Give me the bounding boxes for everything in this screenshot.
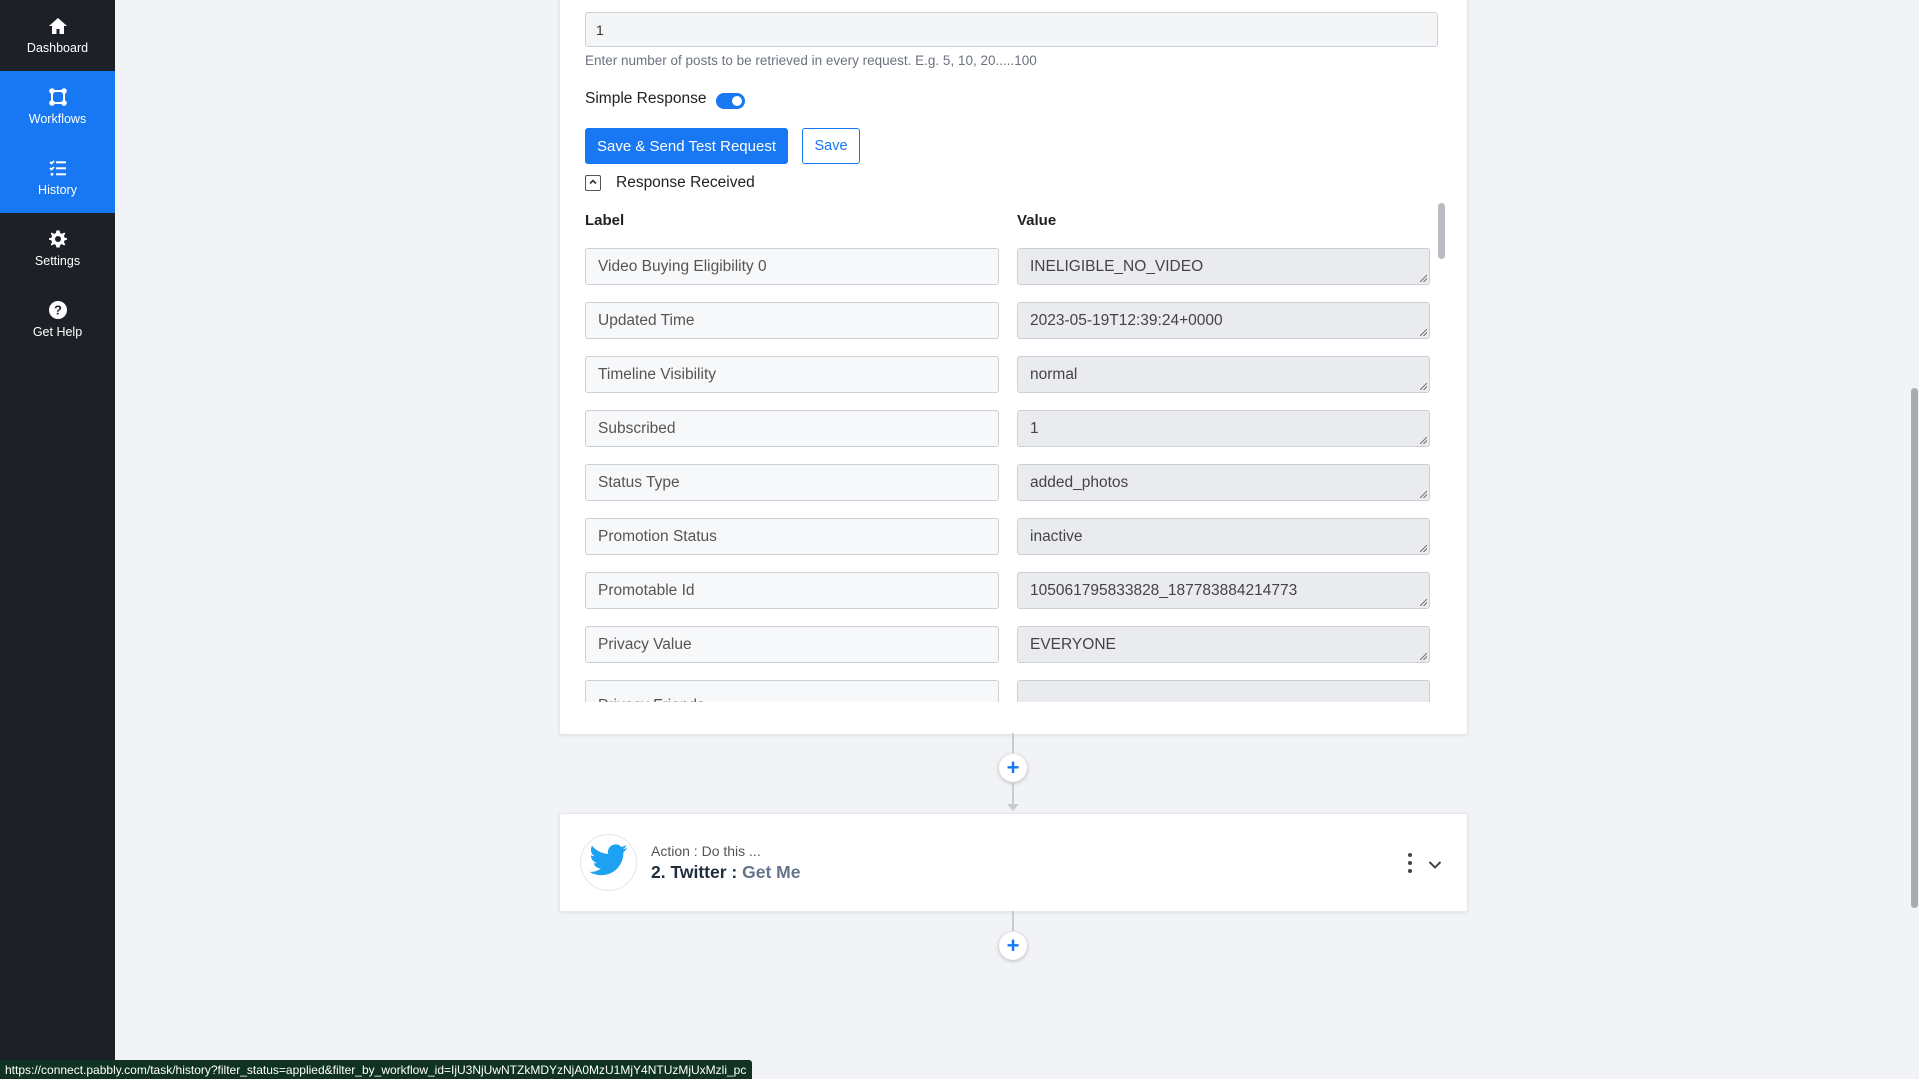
sidebar-item-settings[interactable]: Settings: [0, 213, 115, 284]
add-step-button[interactable]: +: [999, 932, 1027, 960]
response-row: Timeline Visibility normal: [585, 356, 1445, 394]
step-connector-line: [1012, 733, 1014, 753]
sidebar: Dashboard Workflows History Settings ? G…: [0, 0, 115, 1079]
twitter-bird-icon: [588, 844, 628, 881]
page-scrollbar[interactable]: [1911, 388, 1918, 908]
connector-arrow-icon: [1007, 804, 1019, 811]
action-app-name: 2. Twitter :: [651, 862, 738, 882]
save-send-test-request-button[interactable]: Save & Send Test Request: [585, 128, 788, 164]
add-step-button[interactable]: +: [999, 754, 1027, 782]
action-event-name: Get Me: [742, 862, 801, 882]
response-label-field[interactable]: Subscribed: [585, 410, 999, 447]
response-value-field[interactable]: inactive: [1017, 518, 1430, 555]
response-label-field[interactable]: Privacy Value: [585, 626, 999, 663]
response-value-field[interactable]: [1017, 680, 1430, 702]
sidebar-item-history[interactable]: History: [0, 142, 115, 213]
response-value-field[interactable]: 2023-05-19T12:39:24+0000: [1017, 302, 1430, 339]
response-value-field[interactable]: INELIGIBLE_NO_VIDEO: [1017, 248, 1430, 285]
response-label-field[interactable]: Promotable Id: [585, 572, 999, 609]
response-scrollbar[interactable]: [1438, 203, 1445, 259]
response-row: Promotable Id 105061795833828_1877838842…: [585, 572, 1445, 610]
response-received-label: Response Received: [616, 174, 755, 191]
posts-limit-help-text: Enter number of posts to be retrieved in…: [585, 53, 1037, 68]
response-label-field[interactable]: Privacy Friends: [585, 680, 999, 702]
response-row: Subscribed 1: [585, 410, 1445, 448]
response-fields-list[interactable]: Video Buying Eligibility 0 INELIGIBLE_NO…: [585, 245, 1445, 702]
response-label-field[interactable]: Updated Time: [585, 302, 999, 339]
action-title[interactable]: 2. Twitter : Get Me: [651, 862, 800, 883]
app-logo: [580, 834, 637, 891]
sidebar-item-get-help[interactable]: ? Get Help: [0, 284, 115, 355]
history-list-icon: [48, 158, 68, 178]
svg-text:?: ?: [54, 303, 62, 318]
response-row: Promotion Status inactive: [585, 518, 1445, 556]
response-value-field[interactable]: added_photos: [1017, 464, 1430, 501]
sidebar-item-workflows[interactable]: Workflows: [0, 71, 115, 142]
posts-limit-input[interactable]: [585, 12, 1438, 47]
action-subtitle: Action : Do this ...: [651, 843, 761, 859]
sidebar-item-label: Get Help: [32, 325, 83, 339]
response-row: Privacy Friends: [585, 680, 1445, 702]
simple-response-label: Simple Response: [585, 90, 707, 107]
sidebar-item-label: Settings: [34, 254, 81, 268]
sidebar-item-dashboard[interactable]: Dashboard: [0, 0, 115, 71]
response-value-field[interactable]: 105061795833828_187783884214773: [1017, 572, 1430, 609]
simple-response-toggle[interactable]: [716, 93, 745, 109]
step-connector-line: [1012, 782, 1014, 804]
sidebar-item-label: Workflows: [28, 112, 87, 126]
step-connector-line: [1012, 911, 1014, 931]
response-label-field[interactable]: Promotion Status: [585, 518, 999, 555]
chevron-down-icon[interactable]: [1428, 857, 1442, 875]
response-label-field[interactable]: Video Buying Eligibility 0: [585, 248, 999, 285]
value-column-header: Value: [1017, 212, 1057, 229]
response-value-field[interactable]: 1: [1017, 410, 1430, 447]
home-icon: [48, 16, 68, 36]
response-label-field[interactable]: Status Type: [585, 464, 999, 501]
response-value-field[interactable]: EVERYONE: [1017, 626, 1430, 663]
response-row: Status Type added_photos: [585, 464, 1445, 502]
response-row: Video Buying Eligibility 0 INELIGIBLE_NO…: [585, 248, 1445, 286]
response-label-field[interactable]: Timeline Visibility: [585, 356, 999, 393]
response-value-field[interactable]: normal: [1017, 356, 1430, 393]
response-row: Privacy Value EVERYONE: [585, 626, 1445, 664]
response-row: Updated Time 2023-05-19T12:39:24+0000: [585, 302, 1445, 340]
save-button[interactable]: Save: [802, 128, 860, 164]
label-column-header: Label: [585, 212, 625, 229]
collapse-response-toggle[interactable]: [585, 175, 601, 191]
browser-status-url: https://connect.pabbly.com/task/history?…: [0, 1060, 753, 1079]
question-circle-icon: ?: [48, 300, 68, 320]
sidebar-item-label: Dashboard: [26, 41, 89, 55]
sidebar-item-label: History: [38, 183, 77, 197]
more-options-icon[interactable]: [1407, 853, 1413, 873]
workflow-icon: [48, 87, 68, 107]
gear-icon: [48, 229, 68, 249]
chevron-up-icon: [588, 174, 598, 192]
